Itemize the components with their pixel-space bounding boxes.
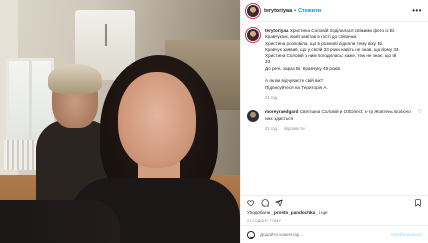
caption-line: Христина Соловій з ним погодилась; каже,… xyxy=(265,53,397,59)
caption-line: Кравчуком, який завітав в гості до співа… xyxy=(265,34,358,40)
caption-avatar[interactable] xyxy=(247,29,259,41)
commenter-avatar[interactable] xyxy=(247,110,259,123)
caption: terytoriyaa Христина Соловій поділилася … xyxy=(247,28,422,101)
reply-button[interactable]: Відповісти xyxy=(284,126,304,131)
liked-by-user[interactable]: _prosto_pandochka_ xyxy=(272,210,318,215)
bookmark-icon[interactable] xyxy=(414,198,422,207)
heart-icon[interactable] xyxy=(247,199,255,207)
header-separator: • xyxy=(294,7,297,14)
likes-suffix[interactable]: і ще xyxy=(319,210,328,215)
caption-time: 21 год. xyxy=(265,94,279,100)
likes-summary: Уподобали _prosto_pandochka_ і ще xyxy=(241,209,428,217)
caption-line: 33. xyxy=(265,59,272,65)
share-icon[interactable] xyxy=(275,199,283,207)
add-comment-bar: Опублікувати xyxy=(241,225,428,243)
caption-username[interactable]: terytoriyaa xyxy=(265,28,289,33)
caption-line: До речі, зараз Ві. Кравчуку 49 років. xyxy=(265,65,342,71)
emoji-icon[interactable] xyxy=(247,230,255,239)
comments-section: terytoriyaa Христина Соловій поділилася … xyxy=(241,22,428,195)
action-bar xyxy=(241,195,428,209)
follow-button[interactable]: Стежити xyxy=(298,8,321,14)
caption-line: А як ви відчуваєте свій вік? xyxy=(265,78,324,84)
post-side-panel: terytoriyaa • Стежити ••• terytoriyaa Хр… xyxy=(240,0,428,243)
add-comment-input[interactable] xyxy=(260,232,380,237)
author-username[interactable]: terytoriyaa xyxy=(264,8,292,14)
post-modal: terytoriyaa • Стежити ••• terytoriyaa Хр… xyxy=(0,0,428,243)
author-avatar[interactable] xyxy=(247,4,259,17)
publish-button[interactable]: Опублікувати xyxy=(391,232,422,237)
caption-line: Підписуйтеся на Територія А. xyxy=(265,84,328,90)
comment-like-icon[interactable]: ♡ xyxy=(415,109,422,115)
more-options-icon[interactable]: ••• xyxy=(412,6,422,15)
post-date: 21 ГОДИНУ ТОМУ xyxy=(247,218,281,223)
comment-icon[interactable] xyxy=(261,198,269,207)
caption-line: Христина розповіла, що в розмові підняли… xyxy=(265,40,384,46)
likes-prefix: Уподобали xyxy=(247,210,271,215)
caption-line: Христина Соловій поділилася свіжими фото… xyxy=(289,28,396,33)
commenter-username[interactable]: moreyraedgard xyxy=(265,109,298,114)
comment-time: 21 год. xyxy=(265,125,279,131)
post-header: terytoriyaa • Стежити ••• xyxy=(241,0,428,22)
caption-line: Кравчук заявив, що у своїй 33 роки навіт… xyxy=(265,46,400,52)
post-photo[interactable] xyxy=(0,0,240,243)
comment-item: moreyraedgard Светлана Соловій и OSDirec… xyxy=(247,109,422,132)
